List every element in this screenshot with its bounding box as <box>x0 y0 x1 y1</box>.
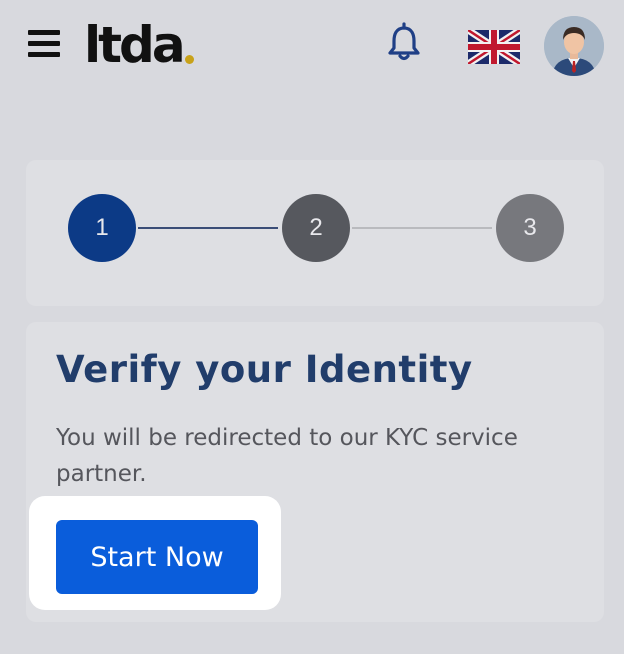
uk-flag-icon[interactable] <box>468 30 520 64</box>
app-header: ltda <box>0 0 624 90</box>
bell-icon[interactable] <box>384 22 424 64</box>
step-connector <box>352 227 492 229</box>
step-3: 3 <box>496 194 564 262</box>
step-2: 2 <box>282 194 350 262</box>
user-avatar[interactable] <box>544 16 604 76</box>
progress-stepper: 1 2 3 <box>26 160 604 306</box>
logo[interactable]: ltda <box>84 18 194 72</box>
page-title: Verify your Identity <box>56 348 473 391</box>
start-now-button[interactable]: Start Now <box>56 520 258 594</box>
description-text: You will be redirected to our KYC servic… <box>56 425 518 487</box>
hamburger-menu-icon[interactable] <box>28 30 60 58</box>
logo-text: ltda <box>84 16 186 74</box>
step-connector <box>138 227 278 229</box>
logo-dot <box>184 55 194 64</box>
step-1: 1 <box>68 194 136 262</box>
